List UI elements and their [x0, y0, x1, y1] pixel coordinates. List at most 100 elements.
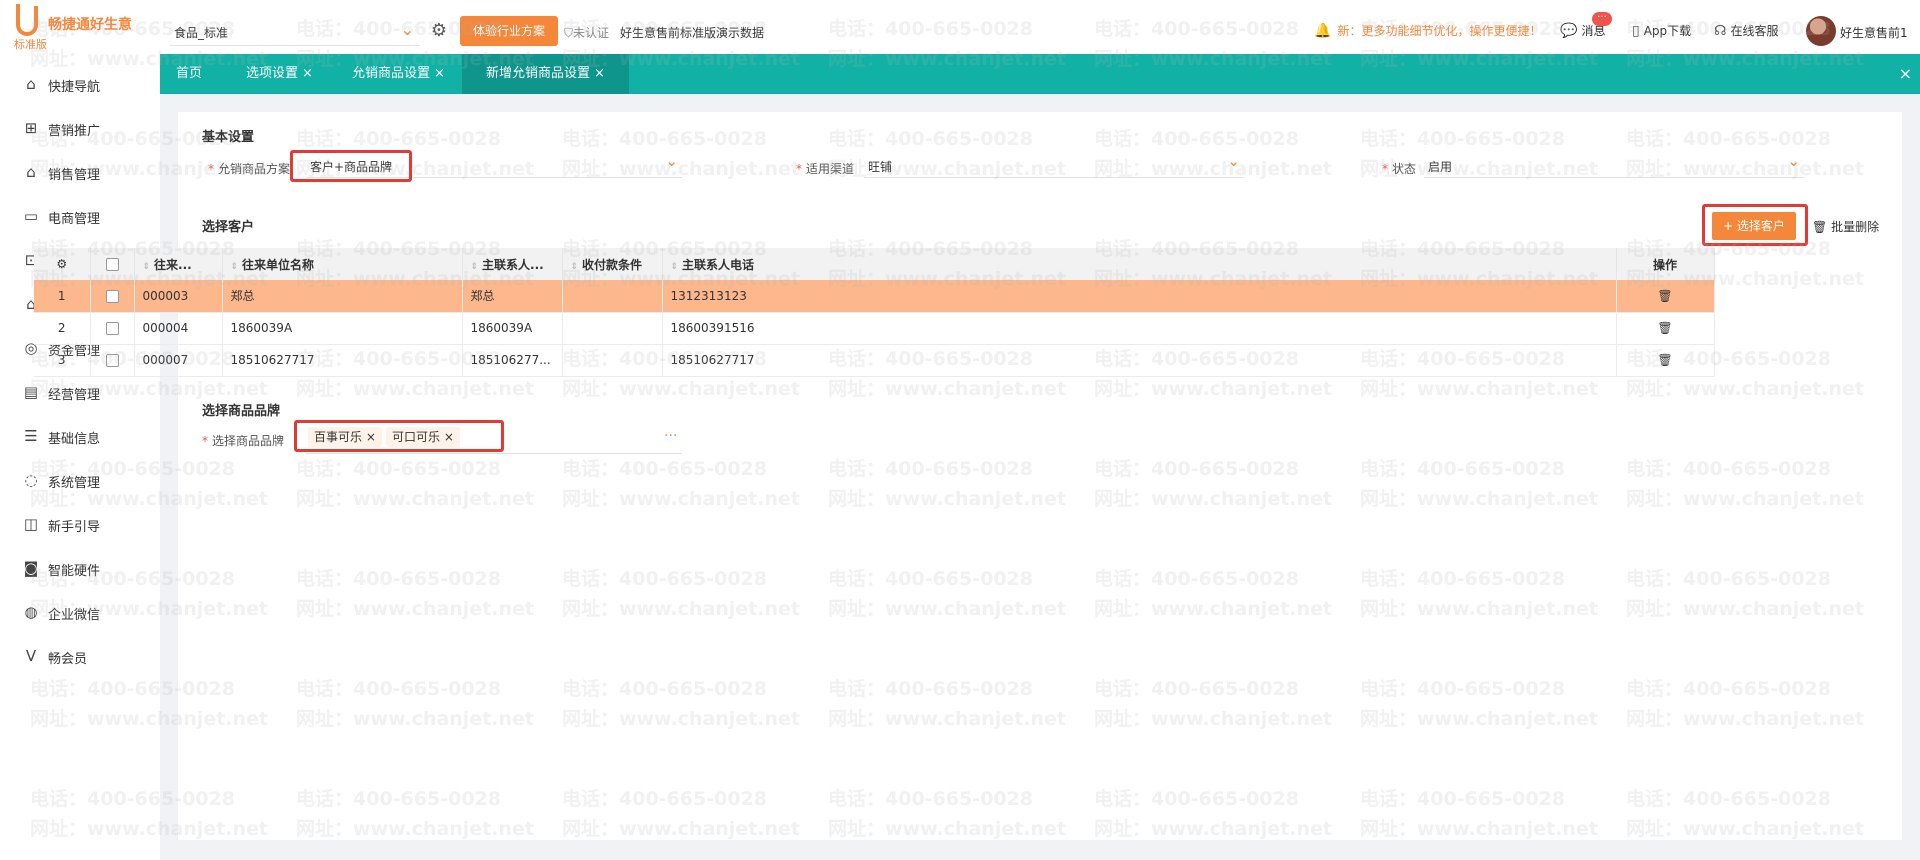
sidebar-item[interactable]: ◍ 企业微信: [0, 590, 160, 634]
update-notice[interactable]: 🔔 新：更多功能细节优化，操作更便捷！: [1314, 22, 1541, 39]
checkbox-box: [105, 289, 119, 303]
sidebar-item[interactable]: ⊞ 营销推广: [0, 106, 160, 150]
bell-icon: 🔔: [1314, 23, 1332, 39]
row-checkbox[interactable]: [90, 280, 135, 313]
trial-industry-button[interactable]: 体验行业方案: [460, 16, 558, 46]
tab-new-allowed-products[interactable]: 新增允销商品设置 ×: [462, 54, 629, 94]
headset-icon: ☊: [1714, 23, 1727, 39]
sidebar-item[interactable]: ☰ 基础信息: [0, 414, 160, 458]
sidebar-item-label: 基础信息: [48, 432, 101, 447]
close-icon[interactable]: ×: [302, 66, 313, 81]
cell-phone: 18600391516: [662, 312, 1617, 345]
batch-delete-button[interactable]: 🗑 批量删除: [1812, 218, 1879, 235]
cert-status-text: 未认证: [573, 26, 610, 40]
online-support-link[interactable]: ☊ 在线客服: [1714, 22, 1778, 39]
column-settings-gear-icon[interactable]: ⚙: [34, 248, 91, 280]
table-row[interactable]: 1 000003 郑总 郑总 1312313123 🗑: [34, 280, 1715, 313]
status-select[interactable]: 启用 ⌄: [1424, 152, 1804, 178]
tab-label: 选项设置: [246, 66, 299, 81]
delete-row-trash-icon[interactable]: 🗑: [1616, 280, 1715, 313]
close-icon[interactable]: ×: [434, 66, 445, 81]
cell-name: 18510627717: [222, 344, 463, 377]
sidebar-item-label: 智能硬件: [48, 564, 101, 579]
row-checkbox[interactable]: [90, 312, 135, 345]
column-header-label: 往来...: [154, 257, 192, 272]
highlight-box: [294, 420, 504, 452]
messages-badge: ···: [1592, 12, 1612, 26]
sidebar-item-label: 系统管理: [48, 476, 101, 491]
select-customers-title: 选择客户: [202, 220, 255, 235]
guide-icon: ◫: [23, 515, 39, 533]
sidebar-item-label: 企业微信: [48, 608, 101, 623]
user-name[interactable]: 好生意售前1: [1840, 24, 1908, 41]
sales-icon: ⌂: [26, 163, 36, 181]
form-card: [178, 112, 1902, 840]
checkbox-box: [105, 322, 119, 335]
column-header-label: 主联系人...: [482, 257, 544, 272]
more-icon[interactable]: ···: [664, 428, 677, 444]
column-header-terms[interactable]: ⇕ 收付款条件: [562, 248, 663, 280]
column-header-code[interactable]: ⇕ 往来...: [134, 248, 223, 280]
sidebar-item[interactable]: ⌂ 销售管理: [0, 150, 160, 194]
sidebar-item-label: 畅会员: [48, 652, 88, 667]
delete-row-trash-icon[interactable]: 🗑: [1616, 344, 1715, 377]
home-icon: ⌂: [26, 75, 36, 93]
brand-label: * 选择商品品牌: [202, 434, 285, 448]
message-icon: 💬: [1560, 23, 1578, 39]
close-all-tabs-icon[interactable]: ×: [1899, 54, 1912, 94]
tab-label: 新增允销商品设置: [486, 66, 591, 81]
certification-status[interactable]: ⛉未认证: [564, 24, 609, 41]
select-all-checkbox[interactable]: [90, 248, 135, 280]
table-header-row: ⚙ ⇕ 往来... ⇕ 往来单位名称 ⇕ 主联系人... ⇕ 收付款条件 ⇕ 主联系人电话…: [34, 248, 1715, 280]
sidebar-item[interactable]: ◙ 智能硬件: [0, 546, 160, 590]
cell-code: 000007: [134, 344, 223, 377]
cell-code: 000004: [134, 312, 223, 345]
shop-icon: ▭: [23, 207, 39, 225]
system-icon: ◌: [24, 471, 38, 489]
status-label: * 状态: [1382, 162, 1417, 176]
notice-text: 新：更多功能细节优化，操作更便捷！: [1337, 24, 1542, 38]
sidebar-item[interactable]: ⌂ 快捷导航: [0, 62, 160, 106]
column-header-actions: 操作: [1616, 248, 1715, 280]
sidebar-item-label: 电商管理: [48, 212, 101, 227]
cell-name: 1860039A: [222, 312, 463, 345]
app-logo[interactable]: 畅捷通好生意 标准版: [10, 4, 160, 51]
app-download-label: App下载: [1643, 24, 1692, 38]
sidebar-item-label: 营销推广: [48, 124, 101, 139]
brand-label-text: 选择商品品牌: [212, 434, 285, 448]
sidebar-item[interactable]: ▤ 经营管理: [0, 370, 160, 414]
row-checkbox[interactable]: [90, 344, 135, 377]
column-header-name[interactable]: ⇕ 往来单位名称: [222, 248, 463, 280]
tab-home[interactable]: 首页: [176, 54, 202, 94]
sort-icon: ⇕: [570, 261, 579, 272]
highlight-box: [290, 150, 412, 182]
sidebar-item[interactable]: ◫ 新手引导: [0, 502, 160, 546]
column-header-contact[interactable]: ⇕ 主联系人...: [462, 248, 563, 280]
sidebar-item[interactable]: ◌ 系统管理: [0, 458, 160, 502]
tab-options[interactable]: 选项设置 ×: [246, 54, 313, 94]
table-row[interactable]: 3 000007 18510627717 185106277... 1851062771…: [34, 344, 1715, 377]
wechat-icon: ◍: [24, 603, 38, 621]
cell-phone: 18510627717: [662, 344, 1617, 377]
sidebar-item[interactable]: V 畅会员: [0, 634, 160, 678]
gear-icon[interactable]: ⚙: [428, 20, 450, 42]
cell-terms: [562, 312, 663, 345]
app-download-link[interactable]: ▯ App下载: [1632, 22, 1691, 39]
table-row[interactable]: 2 000004 1860039A 1860039A 18600391516 🗑: [34, 312, 1715, 345]
cell-contact: 185106277...: [462, 344, 563, 377]
channel-label: * 适用渠道: [796, 162, 855, 176]
batch-delete-label: 批量删除: [1831, 220, 1880, 234]
tab-allowed-products[interactable]: 允销商品设置 ×: [352, 54, 445, 94]
phone-icon: ▯: [1632, 23, 1640, 39]
avatar[interactable]: [1806, 16, 1836, 46]
sidebar-item[interactable]: ▭ 电商管理: [0, 194, 160, 238]
status-value: 启用: [1428, 160, 1453, 174]
column-header-phone[interactable]: ⇕ 主联系人电话: [662, 248, 1617, 280]
industry-select[interactable]: 食品_标准 ⌄: [170, 18, 420, 46]
channel-select[interactable]: 旺铺 ⌄: [864, 152, 1244, 178]
close-icon[interactable]: ×: [594, 66, 605, 81]
sort-icon: ⇕: [470, 261, 479, 272]
column-header-label: 往来单位名称: [242, 257, 315, 272]
chevron-down-icon: ⌄: [1227, 152, 1240, 170]
delete-row-trash-icon[interactable]: 🗑: [1616, 312, 1715, 345]
